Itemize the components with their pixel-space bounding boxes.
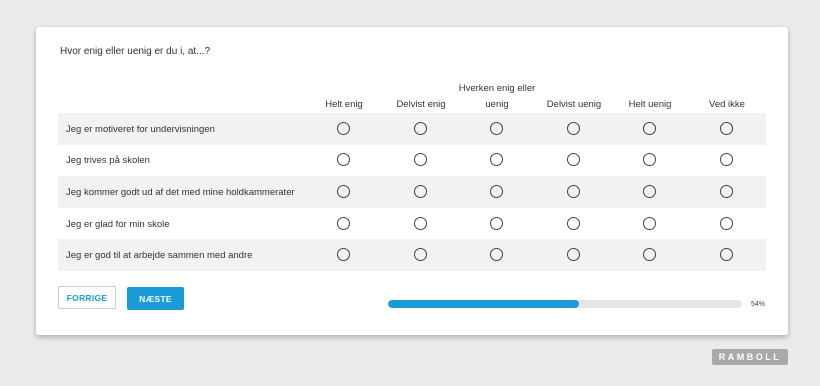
radio-option[interactable] xyxy=(414,248,427,261)
radio-option[interactable] xyxy=(720,122,733,135)
column-header-4: Delvist uenig xyxy=(546,99,602,110)
row-label: Jeg er glad for min skole xyxy=(66,218,170,230)
row-label: Jeg trives på skolen xyxy=(66,154,150,166)
radio-option[interactable] xyxy=(337,217,350,230)
question-row: Jeg er motiveret for undervisningen xyxy=(58,113,766,145)
column-header-2: Delvist enig xyxy=(396,99,446,110)
radio-option[interactable] xyxy=(337,153,350,166)
row-label: Jeg kommer godt ud af det med mine holdk… xyxy=(66,186,295,198)
column-header-5: Helt uenig xyxy=(628,99,672,110)
column-header-1: Helt enig xyxy=(325,99,363,110)
column-header-6: Ved ikke xyxy=(709,99,745,110)
previous-button[interactable]: FORRIGE xyxy=(58,286,116,309)
radio-option[interactable] xyxy=(490,217,503,230)
radio-option[interactable] xyxy=(643,153,656,166)
radio-option[interactable] xyxy=(720,185,733,198)
radio-option[interactable] xyxy=(490,248,503,261)
radio-option[interactable] xyxy=(337,248,350,261)
radio-option[interactable] xyxy=(567,248,580,261)
radio-option[interactable] xyxy=(414,185,427,198)
radio-option[interactable] xyxy=(567,153,580,166)
radio-option[interactable] xyxy=(720,153,733,166)
survey-card: Hvor enig eller uenig er du i, at...? He… xyxy=(36,27,788,335)
radio-option[interactable] xyxy=(567,217,580,230)
progress-bar xyxy=(388,300,742,308)
radio-option[interactable] xyxy=(567,122,580,135)
radio-option[interactable] xyxy=(414,122,427,135)
question-row: Jeg trives på skolen xyxy=(58,144,766,176)
next-button[interactable]: NÆSTE xyxy=(127,287,184,310)
radio-option[interactable] xyxy=(720,217,733,230)
progress-percent: 54% xyxy=(751,301,766,308)
radio-option[interactable] xyxy=(490,153,503,166)
radio-option[interactable] xyxy=(490,185,503,198)
question-row: Jeg er god til at arbejde sammen med and… xyxy=(58,239,766,271)
column-header-3: Hverken enig eller uenig xyxy=(458,83,536,110)
question-row: Jeg kommer godt ud af det med mine holdk… xyxy=(58,176,766,208)
radio-option[interactable] xyxy=(643,217,656,230)
question-row: Jeg er glad for min skole xyxy=(58,208,766,240)
radio-option[interactable] xyxy=(490,122,503,135)
radio-option[interactable] xyxy=(414,153,427,166)
radio-option[interactable] xyxy=(337,122,350,135)
radio-option[interactable] xyxy=(643,185,656,198)
radio-option[interactable] xyxy=(643,248,656,261)
ramboll-logo: RAMBOLL xyxy=(712,349,788,365)
radio-option[interactable] xyxy=(337,185,350,198)
radio-option[interactable] xyxy=(720,248,733,261)
row-label: Jeg er god til at arbejde sammen med and… xyxy=(66,249,253,261)
progress-fill xyxy=(388,300,580,308)
radio-option[interactable] xyxy=(414,217,427,230)
radio-option[interactable] xyxy=(643,122,656,135)
row-label: Jeg er motiveret for undervisningen xyxy=(66,123,215,135)
question-text: Hvor enig eller uenig er du i, at...? xyxy=(60,46,211,57)
radio-option[interactable] xyxy=(567,185,580,198)
